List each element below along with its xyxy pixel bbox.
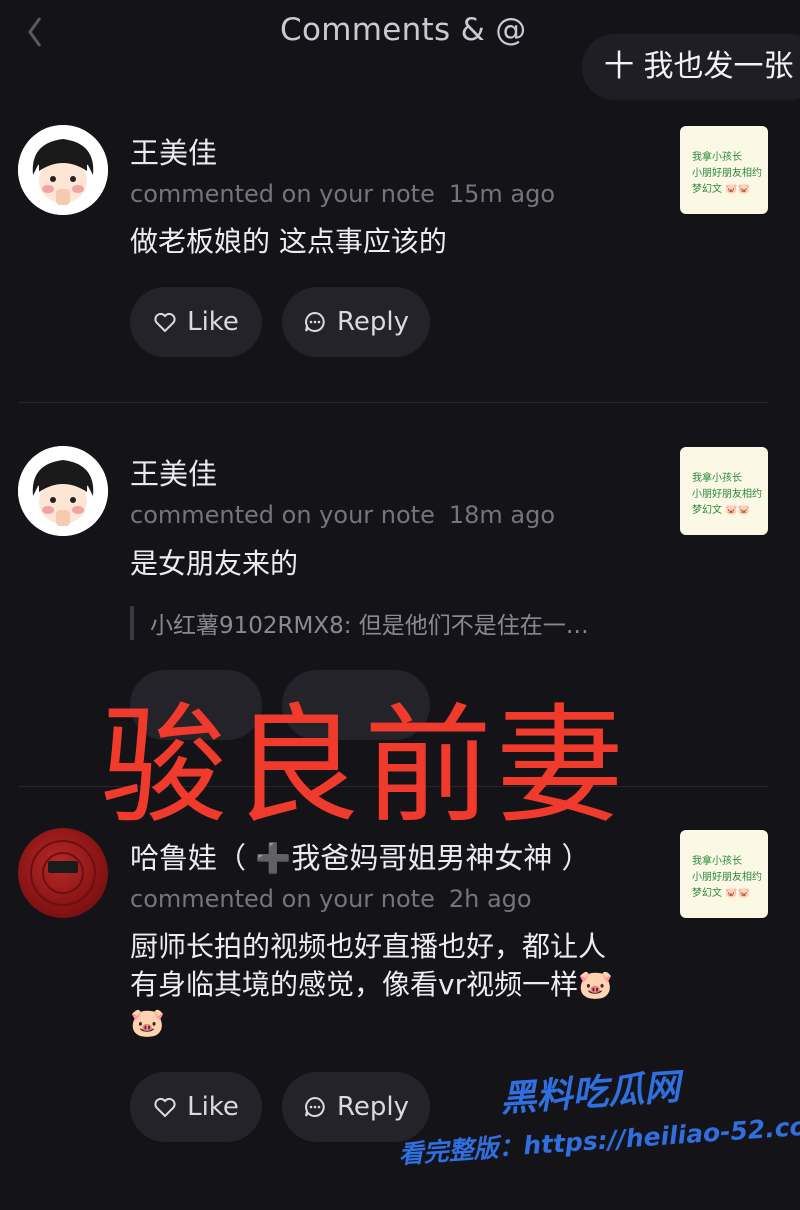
username[interactable]: 王美佳 bbox=[130, 451, 217, 493]
note-thumbnail[interactable]: 我拿小孩长 小朋好朋友相约 梦幻文 🐷🐷 bbox=[680, 447, 768, 535]
comment-text: 是女朋友来的 bbox=[130, 547, 299, 580]
divider bbox=[18, 402, 768, 403]
comment-text: 厨师长拍的视频也好直播也好，都让人有身临其境的感觉，像看vr视频一样🐷🐷 bbox=[130, 930, 613, 1039]
avatar-cartoon-icon bbox=[18, 125, 108, 215]
watermark-text: 骏良前妻 bbox=[100, 692, 629, 841]
heart-icon bbox=[154, 1097, 176, 1118]
reply-label: Reply bbox=[336, 307, 409, 337]
thumb-line: 我拿小孩长 bbox=[692, 856, 742, 867]
comment-text: 做老板娘的 这点事应该的 bbox=[130, 225, 447, 258]
thumb-line: 小朋好朋友相约 bbox=[692, 168, 762, 179]
avatar-cartoon-icon bbox=[18, 446, 108, 536]
timestamp: 2h ago bbox=[448, 885, 532, 913]
site-logo: 黑料吃瓜网 bbox=[499, 1066, 682, 1121]
meta-text: commented on your note bbox=[130, 885, 435, 913]
meta-text: commented on your note bbox=[130, 180, 435, 208]
thumb-line: 梦幻文 🐷🐷 bbox=[692, 505, 751, 516]
like-label: Like bbox=[187, 307, 239, 337]
reply-label: Reply bbox=[336, 1092, 409, 1122]
thumb-line: 我拿小孩长 bbox=[692, 473, 742, 484]
thumb-line: 小朋好朋友相约 bbox=[692, 489, 762, 500]
note-thumbnail[interactable]: 我拿小孩长 小朋好朋友相约 梦幻文 🐷🐷 bbox=[680, 126, 768, 214]
thumb-line: 我拿小孩长 bbox=[692, 152, 742, 163]
quoted-reply[interactable]: 小红薯9102RMX8: 但是他们不是住在一… bbox=[130, 606, 650, 640]
thumb-line: 梦幻文 🐷🐷 bbox=[692, 184, 751, 195]
thumb-line: 梦幻文 🐷🐷 bbox=[692, 888, 751, 899]
like-button[interactable]: Like bbox=[130, 1072, 262, 1142]
timestamp: 18m ago bbox=[448, 501, 556, 529]
comment-meta: commented on your note 18m ago bbox=[130, 501, 555, 529]
page-title: Comments & @ bbox=[280, 12, 527, 48]
note-thumbnail[interactable]: 我拿小孩长 小朋好朋友相约 梦幻文 🐷🐷 bbox=[680, 830, 768, 918]
chat-bubble-icon bbox=[305, 1096, 325, 1117]
reply-button[interactable]: Reply bbox=[282, 1072, 430, 1142]
heart-icon bbox=[154, 312, 176, 333]
chat-bubble-icon bbox=[305, 311, 325, 332]
like-button[interactable]: Like bbox=[130, 287, 262, 357]
avatar[interactable] bbox=[18, 446, 108, 536]
thumb-line: 小朋好朋友相约 bbox=[692, 872, 762, 883]
vinyl-record-icon bbox=[30, 840, 96, 906]
comment-meta: commented on your note 2h ago bbox=[130, 885, 532, 913]
timestamp: 15m ago bbox=[448, 180, 556, 208]
username[interactable]: 王美佳 bbox=[130, 130, 217, 172]
comment-meta: commented on your note 15m ago bbox=[130, 180, 555, 208]
top-bar: Comments & @ 十 我也发一张 bbox=[0, 0, 800, 100]
like-label: Like bbox=[187, 1092, 239, 1122]
avatar[interactable] bbox=[18, 125, 108, 215]
back-icon[interactable] bbox=[24, 14, 44, 50]
post-note-button[interactable]: 十 我也发一张 bbox=[582, 34, 800, 100]
avatar[interactable] bbox=[18, 828, 108, 918]
meta-text: commented on your note bbox=[130, 501, 435, 529]
reply-button[interactable]: Reply bbox=[282, 287, 430, 357]
